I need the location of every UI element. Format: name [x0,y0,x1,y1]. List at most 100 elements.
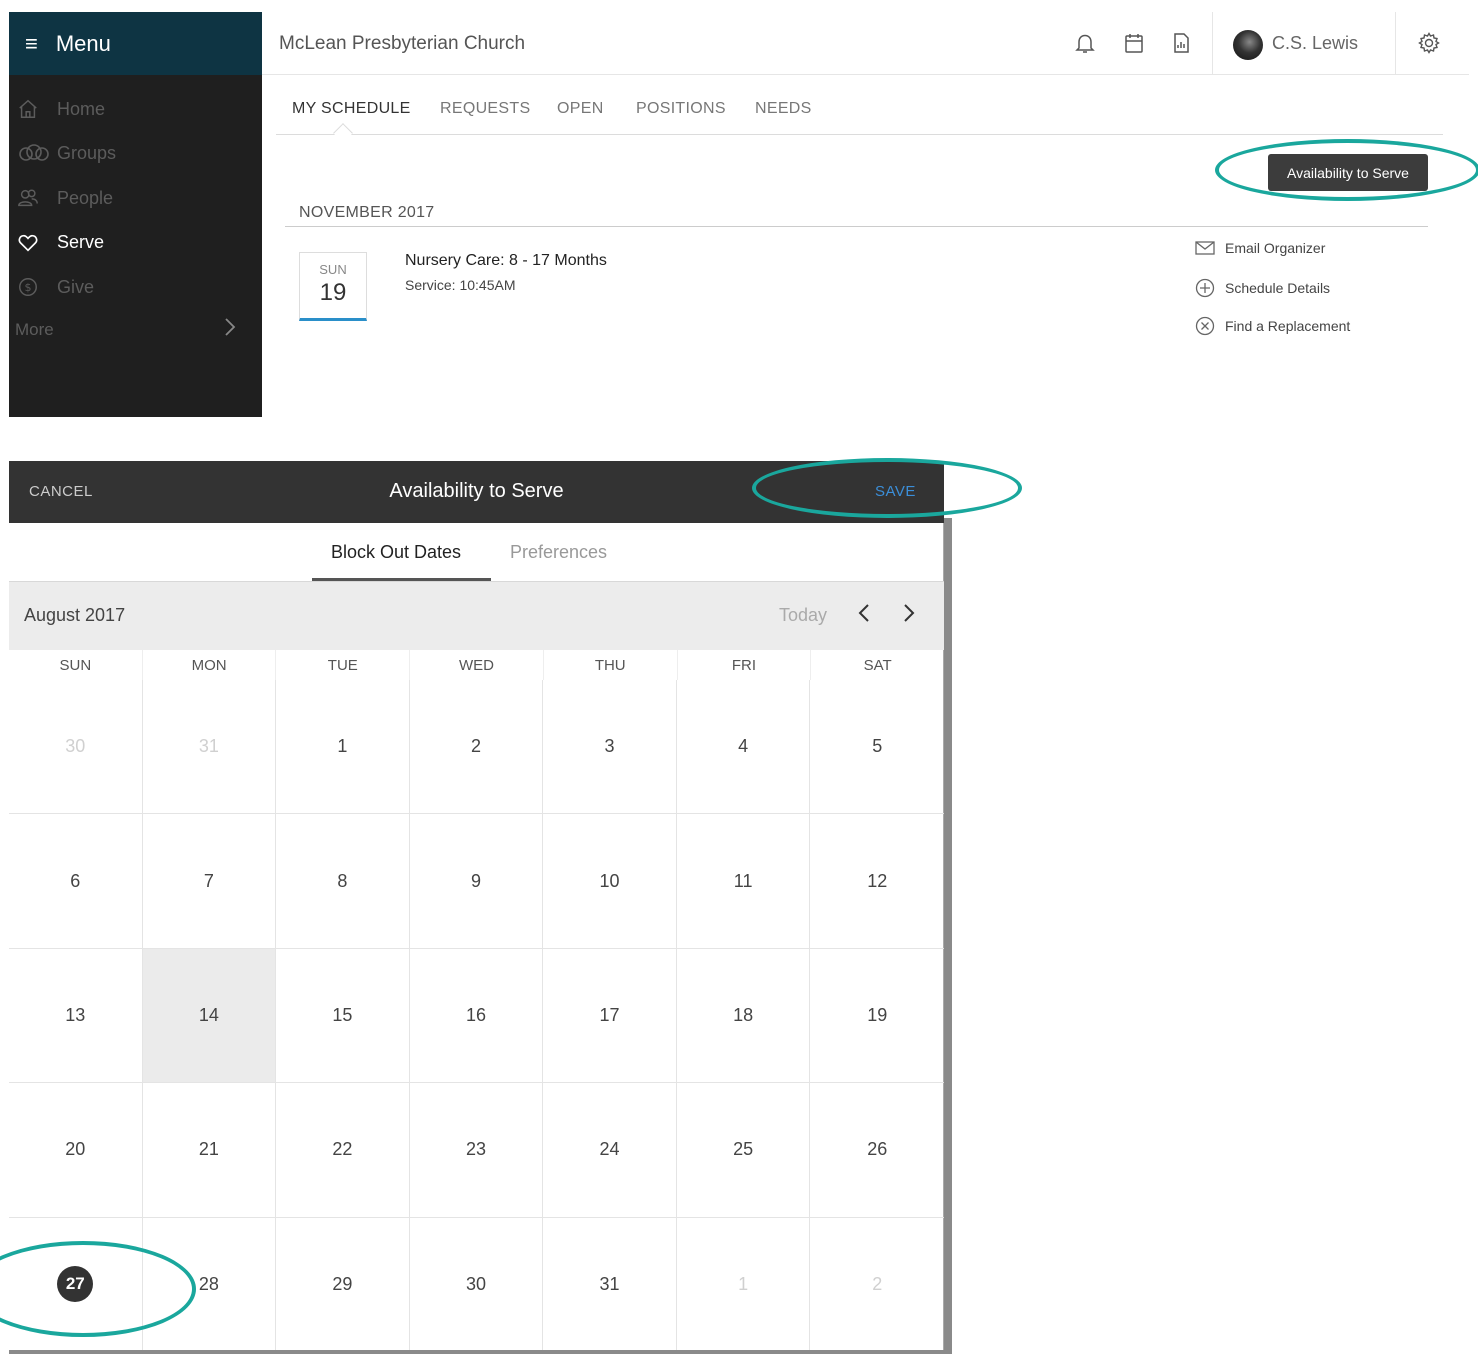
calendar-day[interactable]: 1 [676,1217,811,1352]
calendar-day-number: 1 [337,736,348,757]
calendar-day[interactable]: 13 [9,948,143,1084]
top-bar: McLean Presbyterian Church C.S. Lewis [262,12,1469,75]
calendar-day[interactable]: 17 [543,948,677,1084]
tab-block-out-dates[interactable]: Block Out Dates [331,542,461,563]
tab-preferences[interactable]: Preferences [510,542,607,563]
weekday-header: SUN MON TUE WED THU FRI SAT [9,650,944,680]
calendar-day[interactable]: 2 [409,680,544,815]
dollar-icon: $ [17,276,57,298]
calendar-day[interactable]: 18 [676,948,811,1084]
sidebar-item-groups[interactable]: Groups [9,132,262,177]
action-label: Find a Replacement [1225,318,1351,334]
schedule-month: NOVEMBER 2017 [299,204,435,221]
calendar-day-number: 24 [599,1139,620,1160]
event-day: 19 [319,279,347,306]
calendar-day[interactable]: 31 [543,1217,677,1352]
active-tab-caret [333,123,353,143]
sidebar-item-serve[interactable]: Serve [9,221,262,266]
report-icon[interactable] [1169,31,1193,55]
chevron-right-icon [224,317,236,342]
calendar-day[interactable]: 2 [810,1218,944,1352]
calendar-day[interactable]: 14 [142,948,277,1084]
event-title[interactable]: Nursery Care: 8 - 17 Months [405,252,607,270]
calendar-day[interactable]: 29 [276,1217,410,1352]
sidebar-more[interactable]: More [9,310,262,350]
org-name: McLean Presbyterian Church [279,33,526,54]
calendar-day-number: 23 [465,1139,486,1160]
tab-needs[interactable]: NEEDS [755,100,812,118]
menu-button[interactable]: ≡ Menu [9,12,262,75]
envelope-icon [1195,240,1225,256]
chevron-left-icon[interactable] [857,602,871,630]
user-name[interactable]: C.S. Lewis [1272,33,1358,54]
calendar-day[interactable]: 19 [810,949,944,1084]
weekday-label: FRI [678,650,812,680]
calendar-day-number: 30 [65,736,86,757]
tab-my-schedule[interactable]: MY SCHEDULE [292,100,411,118]
today-button[interactable]: Today [779,605,827,626]
avatar[interactable] [1233,30,1263,60]
tab-positions[interactable]: POSITIONS [636,100,726,118]
heart-icon [17,232,57,254]
tab-open[interactable]: OPEN [557,100,604,118]
calendar-day-number: 15 [332,1004,353,1025]
weekday-label: TUE [276,650,411,680]
calendar-day-number: 4 [738,736,749,757]
calendar-day-number: 25 [733,1139,754,1160]
calendar-toolbar: August 2017 Today [9,582,944,650]
calendar-day[interactable]: 20 [9,1083,143,1218]
calendar-day-number: 28 [198,1273,219,1294]
calendar-day[interactable]: 4 [676,680,811,815]
event-dow: SUN [319,262,347,277]
calendar-day-number: 20 [65,1139,86,1160]
calendar-month: August 2017 [24,605,126,625]
calendar-day[interactable]: 1 [276,680,410,815]
calendar-day[interactable]: 16 [409,948,544,1084]
calendar-day[interactable]: 6 [9,814,143,949]
chevron-right-icon[interactable] [902,602,916,630]
calendar-day-number: 16 [465,1004,486,1025]
calendar-day[interactable]: 12 [810,814,944,949]
calendar-day[interactable]: 8 [276,814,410,949]
find-replacement-link[interactable]: Find a Replacement [1195,316,1350,336]
calendar-day[interactable]: 11 [676,814,811,949]
calendar-day-number: 7 [203,870,214,891]
calendar-day[interactable]: 30 [409,1217,544,1352]
calendar-day-number: 19 [867,1004,888,1025]
calendar-day[interactable]: 23 [409,1083,544,1218]
calendar-day[interactable]: 22 [276,1083,410,1218]
sidebar: ≡ Menu Home Groups People Serve $ Give M… [9,12,262,417]
email-organizer-link[interactable]: Email Organizer [1195,240,1325,256]
tab-requests[interactable]: REQUESTS [440,100,530,118]
calendar-day[interactable]: 21 [142,1083,277,1218]
sidebar-item-people[interactable]: People [9,176,262,221]
calendar-day[interactable]: 10 [543,814,677,949]
calendar-day[interactable]: 9 [409,814,544,949]
sidebar-item-home[interactable]: Home [9,87,262,132]
calendar-icon[interactable] [1122,31,1146,55]
calendar-day-number: 12 [867,870,888,891]
gear-icon[interactable] [1417,31,1441,55]
calendar-day[interactable]: 3 [543,680,677,815]
weekday-label: SUN [9,650,143,680]
calendar-day[interactable]: 24 [543,1083,677,1218]
schedule-details-link[interactable]: Schedule Details [1195,278,1330,298]
calendar-day[interactable]: 5 [810,680,944,815]
home-icon [17,98,57,120]
highlight-ring [752,458,1022,518]
plus-circle-icon [1195,278,1225,298]
calendar-day[interactable]: 7 [142,814,277,949]
calendar-day[interactable]: 31 [142,680,277,815]
calendar-day-number: 30 [465,1273,486,1294]
calendar-day[interactable]: 15 [276,948,410,1084]
sidebar-item-give[interactable]: $ Give [9,265,262,310]
calendar-day[interactable]: 30 [9,680,143,815]
event-date-card: SUN 19 [299,252,367,321]
calendar-day-number: 31 [599,1273,620,1294]
bell-icon[interactable] [1073,31,1097,55]
calendar-day[interactable]: 26 [810,1083,944,1218]
sidebar-more-label: More [15,319,54,339]
groups-icon [17,143,57,165]
weekday-label: THU [544,650,678,680]
calendar-day[interactable]: 25 [676,1083,811,1218]
